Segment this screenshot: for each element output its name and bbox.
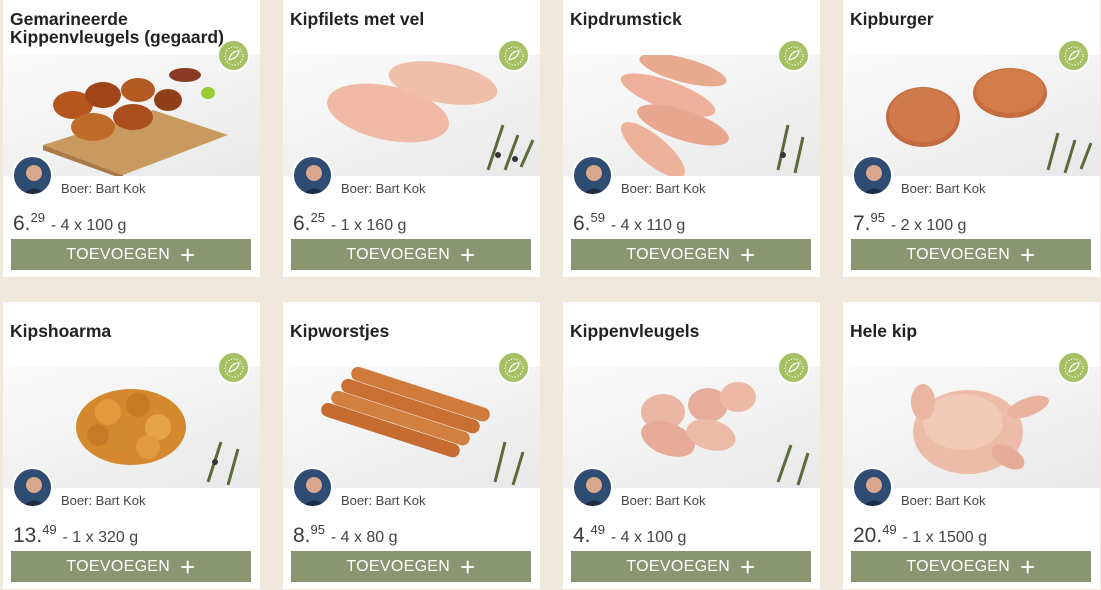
product-title[interactable]: Kipshoarma <box>10 322 255 340</box>
product-title[interactable]: Hele kip <box>850 322 1095 340</box>
farmer-avatar <box>12 155 53 196</box>
plus-icon: + <box>460 551 476 582</box>
product-quantity: - 4 x 100 g <box>610 529 687 546</box>
product-title[interactable]: Kipfilets met vel <box>290 10 535 28</box>
product-price: 6.25 - 1 x 160 g <box>293 210 407 235</box>
product-title[interactable]: Kipburger <box>850 10 1095 28</box>
plus-icon: + <box>1020 551 1036 582</box>
farmer-avatar <box>852 155 893 196</box>
product-price: 8.95 - 4 x 80 g <box>293 522 398 547</box>
product-card[interactable]: Kipdrumstick Boer: Bart Kok 6.59 - 4 x 1… <box>563 0 820 277</box>
plus-icon: + <box>740 239 756 270</box>
organic-leaf-icon <box>777 39 810 72</box>
product-card[interactable]: Kipfilets met vel Boer: Bart Kok 6.25 - … <box>283 0 540 277</box>
farmer-name: Boer: Bart Kok <box>621 181 706 196</box>
add-to-cart-button[interactable]: TOEVOEGEN + <box>291 239 531 270</box>
product-card[interactable]: Kipburger Boer: Bart Kok 7.95 - 2 x 100 … <box>843 0 1100 277</box>
plus-icon: + <box>1020 239 1036 270</box>
organic-leaf-icon <box>1057 351 1090 384</box>
product-card[interactable]: Kipshoarma Boer: Bart Kok 13.49 - 1 x 32… <box>3 302 260 589</box>
product-price: 7.95 - 2 x 100 g <box>853 210 967 235</box>
organic-leaf-icon <box>497 351 530 384</box>
product-quantity: - 4 x 80 g <box>330 529 398 546</box>
organic-leaf-icon <box>217 351 250 384</box>
product-price: 13.49 - 1 x 320 g <box>13 522 139 547</box>
product-quantity: - 1 x 320 g <box>62 529 139 546</box>
add-to-cart-button[interactable]: TOEVOEGEN + <box>11 551 251 582</box>
farmer-avatar <box>572 467 613 508</box>
plus-icon: + <box>180 551 196 582</box>
farmer-avatar <box>12 467 53 508</box>
farmer-avatar <box>852 467 893 508</box>
farmer-name: Boer: Bart Kok <box>621 493 706 508</box>
organic-leaf-icon <box>1057 39 1090 72</box>
add-to-cart-button[interactable]: TOEVOEGEN + <box>571 551 811 582</box>
product-quantity: - 2 x 100 g <box>890 217 967 234</box>
product-price: 6.29 - 4 x 100 g <box>13 210 127 235</box>
product-title[interactable]: Gemarineerde Kippenvleugels (gegaard) <box>10 10 255 46</box>
add-to-cart-button[interactable]: TOEVOEGEN + <box>851 239 1091 270</box>
organic-leaf-icon <box>217 39 250 72</box>
farmer-name: Boer: Bart Kok <box>341 181 426 196</box>
product-card[interactable]: Kipworstjes Boer: Bart Kok 8.95 - 4 x 80… <box>283 302 540 589</box>
product-price: 4.49 - 4 x 100 g <box>573 522 687 547</box>
farmer-avatar <box>572 155 613 196</box>
product-card[interactable]: Gemarineerde Kippenvleugels (gegaard) Bo… <box>3 0 260 277</box>
farmer-name: Boer: Bart Kok <box>61 181 146 196</box>
add-to-cart-button[interactable]: TOEVOEGEN + <box>11 239 251 270</box>
organic-leaf-icon <box>497 39 530 72</box>
product-card[interactable]: Kippenvleugels Boer: Bart Kok 4.49 - 4 x… <box>563 302 820 589</box>
plus-icon: + <box>180 239 196 270</box>
product-title[interactable]: Kipdrumstick <box>570 10 815 28</box>
farmer-name: Boer: Bart Kok <box>901 493 986 508</box>
product-quantity: - 4 x 100 g <box>50 217 127 234</box>
farmer-avatar <box>292 155 333 196</box>
farmer-name: Boer: Bart Kok <box>901 181 986 196</box>
organic-leaf-icon <box>777 351 810 384</box>
farmer-avatar <box>292 467 333 508</box>
product-grid: Gemarineerde Kippenvleugels (gegaard) Bo… <box>3 0 1100 589</box>
product-quantity: - 1 x 160 g <box>330 217 407 234</box>
product-card[interactable]: Hele kip Boer: Bart Kok 20.49 - 1 x 1500… <box>843 302 1100 589</box>
product-title[interactable]: Kippenvleugels <box>570 322 815 340</box>
product-quantity: - 1 x 1500 g <box>902 529 988 546</box>
plus-icon: + <box>740 551 756 582</box>
add-to-cart-button[interactable]: TOEVOEGEN + <box>571 239 811 270</box>
product-title[interactable]: Kipworstjes <box>290 322 535 340</box>
plus-icon: + <box>460 239 476 270</box>
farmer-name: Boer: Bart Kok <box>61 493 146 508</box>
add-to-cart-button[interactable]: TOEVOEGEN + <box>291 551 531 582</box>
product-price: 6.59 - 4 x 110 g <box>573 210 686 235</box>
product-price: 20.49 - 1 x 1500 g <box>853 522 988 547</box>
add-to-cart-button[interactable]: TOEVOEGEN + <box>851 551 1091 582</box>
product-quantity: - 4 x 110 g <box>610 217 686 234</box>
farmer-name: Boer: Bart Kok <box>341 493 426 508</box>
